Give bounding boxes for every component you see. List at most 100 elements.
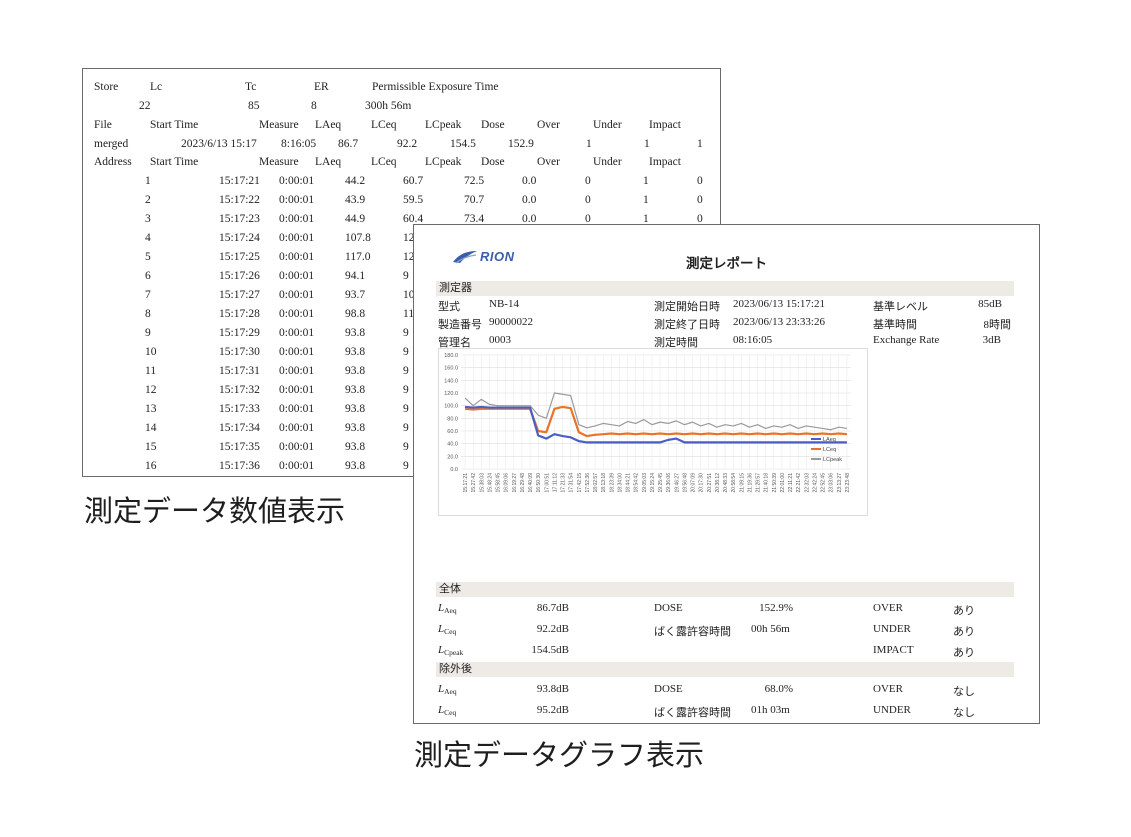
table-cell: 0:00:01 (279, 327, 315, 339)
overall-lcpeak-value: 154.5dB (531, 644, 569, 656)
table-cell: Tc (245, 81, 257, 93)
table-cell: 94.1 (345, 270, 366, 282)
table-cell: 5 (145, 251, 151, 263)
table-cell: 15:17:22 (219, 194, 260, 206)
x-tick-label: 20:07:09 (691, 473, 697, 493)
table-cell: 9 (403, 270, 409, 282)
table-cell: 85 (248, 100, 260, 112)
table-cell: 7 (145, 289, 151, 301)
table-cell: ER (314, 81, 329, 93)
excluded-under-value: なし (953, 707, 975, 719)
table-cell: 9 (403, 403, 409, 415)
x-tick-label: 21:50:39 (772, 473, 778, 493)
x-tick-label: 17:42:15 (577, 473, 583, 493)
table-cell: LCpeak (425, 156, 462, 168)
y-tick-label: 160.0 (444, 366, 458, 372)
series-line-lceq (464, 405, 848, 438)
table-cell: 2 (145, 194, 151, 206)
table-cell: 1 (644, 138, 650, 150)
table-cell: 9 (403, 441, 409, 453)
table-cell: 93.8 (345, 403, 366, 415)
y-tick-label: 180.0 (444, 353, 458, 359)
table-cell: 8 (311, 100, 317, 112)
table-cell: LCpeak (425, 119, 462, 131)
table-cell: 15:17:31 (219, 365, 260, 377)
report-title: 測定レポート (686, 256, 767, 271)
table-cell: 0:00:01 (279, 194, 315, 206)
excluded-lceq-value: 95.2dB (536, 704, 569, 716)
table-cell: 1 (643, 194, 649, 206)
x-tick-label: 19:36:06 (666, 473, 672, 493)
table-cell: Start Time (150, 156, 199, 168)
section-excluded: 除外後 (436, 662, 1014, 677)
table-cell: 15:17:23 (219, 213, 260, 225)
table-cell: 86.7 (338, 138, 359, 150)
table-cell: LAeq (315, 156, 342, 168)
overall-pet-value: 00h 56m (751, 623, 790, 635)
table-cell: Under (593, 119, 622, 131)
x-tick-label: 19:15:24 (650, 473, 656, 493)
table-cell: 72.5 (464, 175, 485, 187)
table-cell: 0:00:01 (279, 460, 315, 472)
x-tick-label: 18:23:39 (609, 473, 615, 493)
x-tick-label: 20:38:12 (715, 473, 721, 493)
table-cell: 15 (145, 441, 157, 453)
y-tick-label: 100.0 (444, 404, 458, 410)
er-value: 3dB (982, 334, 1001, 346)
table-cell: LCeq (371, 156, 397, 168)
x-tick-label: 16:29:48 (520, 473, 526, 493)
table-cell: LCeq (371, 119, 397, 131)
legend-label: LCpeak (823, 457, 842, 463)
table-cell: 44.9 (345, 213, 366, 225)
table-cell: 0:00:01 (279, 232, 315, 244)
table-cell: 1 (697, 138, 703, 150)
x-tick-label: 16:19:27 (512, 473, 518, 493)
table-cell: 15:17:36 (219, 460, 260, 472)
table-cell: 93.8 (345, 441, 366, 453)
x-tick-label: 16:09:06 (504, 473, 510, 493)
overall-dose-value: 152.9% (759, 602, 793, 614)
x-tick-label: 17:11:12 (552, 473, 558, 492)
overall-lcpeak-label: LCpeak (438, 644, 464, 657)
excluded-over-value: なし (953, 686, 975, 698)
y-tick-label: 40.0 (447, 442, 458, 448)
x-tick-label: 19:05:03 (642, 473, 648, 493)
x-tick-label: 15:58:45 (496, 473, 502, 493)
section-overall: 全体 (436, 582, 1014, 597)
caption-data-view: 測定データ数値表示 (84, 494, 346, 528)
x-tick-label: 17:21:33 (561, 473, 567, 493)
x-tick-label: 20:17:30 (699, 473, 705, 493)
table-cell: 15:17:32 (219, 384, 260, 396)
table-cell: 300h 56m (365, 100, 412, 112)
table-cell: File (94, 119, 112, 131)
x-tick-label: 22:52:45 (821, 473, 827, 493)
table-cell: Over (537, 119, 560, 131)
x-tick-label: 22:21:42 (796, 473, 802, 493)
table-cell: 14 (145, 422, 157, 434)
time-value: 8時間 (983, 319, 1012, 331)
table-cell: 1 (145, 175, 151, 187)
x-tick-label: 15:27:42 (471, 473, 477, 493)
table-cell: 1 (643, 175, 649, 187)
excluded-pet-label: ばく露許容時間 (654, 707, 731, 719)
file-data-row: merged 2023/6/13 15:17 8:16:05 86.7 92.2 154.… (83, 138, 720, 156)
er-label: Exchange Rate (873, 334, 940, 346)
table-cell: 15:17:33 (219, 403, 260, 415)
excluded-dose-label: DOSE (654, 683, 683, 695)
table-cell: 8 (145, 308, 151, 320)
overall-over-label: OVER (873, 602, 903, 614)
table-cell: 0:00:01 (279, 251, 315, 263)
report-panel: RION 測定レポート 測定器 型式 NB-14 製造番号 90000022 管… (413, 224, 1040, 724)
section-device: 測定器 (436, 281, 1014, 296)
serial-value: 90000022 (489, 316, 533, 328)
table-cell: 0 (697, 194, 703, 206)
table-cell: 0:00:01 (279, 403, 315, 415)
table-cell: 22 (139, 100, 151, 112)
x-tick-label: 19:46:27 (674, 473, 680, 493)
table-cell: Address (94, 156, 132, 168)
x-tick-label: 19:25:45 (658, 473, 664, 493)
x-tick-label: 23:13:27 (837, 473, 843, 493)
table-row: 2 15:17:22 0:00:01 43.9 59.5 70.7 0.0 0 1 0 (83, 194, 720, 212)
table-cell: 93.8 (345, 422, 366, 434)
table-cell: 9 (403, 384, 409, 396)
